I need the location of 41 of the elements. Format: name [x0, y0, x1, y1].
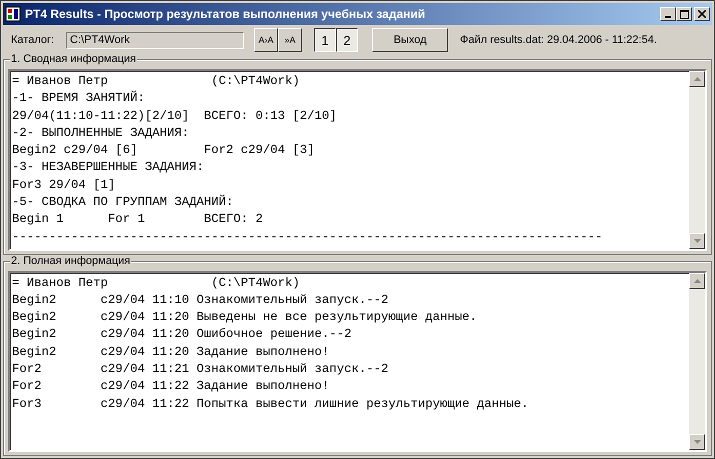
panel-toggle-button[interactable]: 1 [314, 28, 336, 52]
close-button[interactable] [694, 7, 710, 21]
text-line: For3 c29/04 11:22 Попытка вывести лишние результирующие данные. [12, 396, 530, 413]
text-line: -5- СВОДКА ПО ГРУППАМ ЗАДАНИЙ: [12, 194, 234, 212]
text-line: Begin2 c29/04 11:20 Ошибочное решение.--2 [12, 326, 352, 344]
minimize-button[interactable] [660, 7, 676, 21]
panel-toggle-button[interactable]: 2 [336, 28, 358, 52]
text-line: Begin2 c29/04 11:10 Ознакомительный запуск.--2 [12, 292, 390, 309]
font-size-button[interactable]: »A [278, 28, 302, 52]
scroll-up-icon[interactable] [689, 71, 705, 87]
scrollbar[interactable] [689, 71, 705, 248]
text-line: For3 29/04 [1] [12, 176, 116, 194]
panel-title: 2. Полная информация [10, 254, 132, 266]
scroll-up-icon[interactable] [689, 272, 705, 288]
maximize-button[interactable] [676, 7, 692, 21]
text-line: Begin2 c29/04 [6] For2 c29/04 [3] [12, 142, 316, 160]
text-line: = Иванов Петр (C:\PT4Work) [12, 274, 301, 292]
scrollbar[interactable] [689, 272, 705, 450]
window-title: PT4 Results - Просмотр результатов выполнения учебных заданий [25, 7, 426, 21]
text-line: For2 c29/04 11:21 Ознакомительный запуск.--2 [12, 360, 390, 378]
text-line: -2- ВЫПОЛНЕННЫЕ ЗАДАНИЯ: [12, 124, 190, 142]
text-line: Begin2 c29/04 11:20 Выведены не все результирующие данные. [12, 309, 478, 326]
font-size-button[interactable]: A›A [254, 28, 278, 52]
scroll-down-icon[interactable] [689, 232, 705, 248]
close-icon [698, 10, 706, 18]
exit-button[interactable]: Выход [372, 28, 448, 52]
panel-title: 1. Сводная информация [10, 53, 137, 65]
maximize-icon [680, 10, 688, 18]
catalog-field[interactable]: C:\PT4Work [66, 32, 244, 48]
text-line: -------------------------------------------------------------------------------- [12, 228, 604, 246]
text-line: -3- НЕЗАВЕРШЕННЫЕ ЗАДАНИЯ: [12, 159, 205, 176]
text-line: = Иванов Петр (C:\PT4Work) [12, 73, 301, 90]
text-line: For2 c29/04 11:22 Задание выполнено! [12, 378, 330, 396]
text-line: -1- ВРЕМЯ ЗАНЯТИЙ: [12, 90, 146, 108]
catalog-label: Каталог: [11, 34, 54, 46]
scroll-down-icon[interactable] [689, 434, 705, 450]
text-line: 29/04(11:10-11:22)[2/10] ВСЕГО: 0:13 [2/10] [12, 108, 338, 125]
file-info: Файл results.dat: 29.04.2006 - 11:22:54. [460, 34, 657, 46]
text-line: Begin 1 For 1 ВСЕГО: 2 [12, 211, 264, 228]
text-line: Begin2 c29/04 11:20 Задание выполнено! [12, 344, 330, 361]
app-icon [5, 6, 21, 22]
